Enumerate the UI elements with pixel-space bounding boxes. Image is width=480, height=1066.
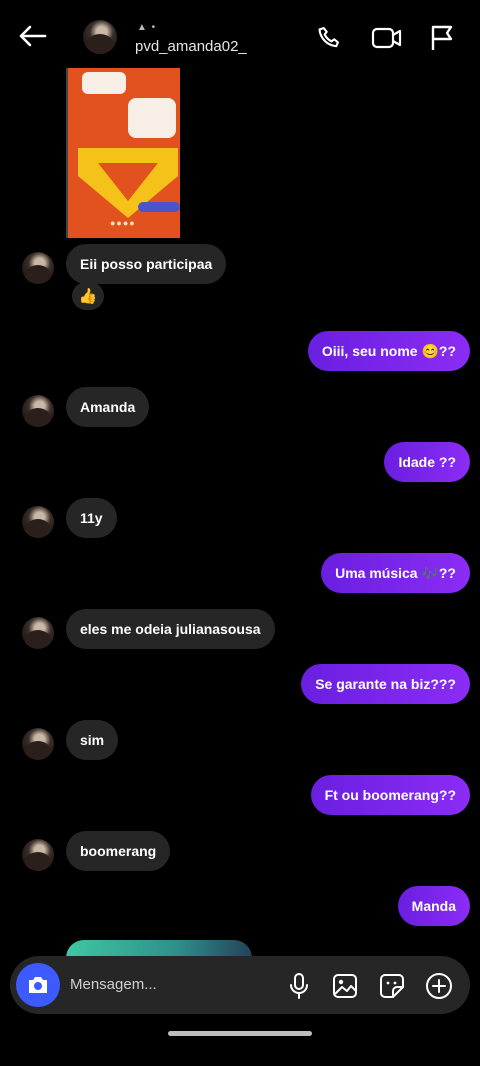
home-indicator[interactable] xyxy=(168,1031,312,1036)
report-button[interactable] xyxy=(424,20,460,56)
shared-post-preview[interactable]: ●●●● xyxy=(66,68,180,238)
message-row: Amanda xyxy=(0,387,480,431)
add-icon xyxy=(426,973,452,999)
sender-avatar[interactable] xyxy=(22,728,54,760)
message-row: Oiii, seu nome 😊?? xyxy=(0,331,480,375)
message-bubble-incoming[interactable]: Eii posso participaa xyxy=(66,244,227,284)
call-button[interactable] xyxy=(312,20,348,56)
status-indicator: ▲ • xyxy=(137,22,157,33)
message-row: Manda xyxy=(0,886,480,930)
flag-icon xyxy=(431,25,453,50)
message-input[interactable]: Mensagem... xyxy=(70,976,157,993)
add-button[interactable] xyxy=(424,971,454,1001)
message-bubble-outgoing[interactable]: Ft ou boomerang?? xyxy=(310,775,470,815)
video-call-button[interactable] xyxy=(368,20,406,56)
message-composer: Mensagem... xyxy=(10,956,470,1014)
message-row: Idade ?? xyxy=(0,442,480,486)
message-row: eles me odeia julianasousa xyxy=(0,609,480,653)
sender-avatar[interactable] xyxy=(22,617,54,649)
message-row: 11y xyxy=(0,498,480,542)
message-bubble-outgoing[interactable]: Manda xyxy=(397,886,470,926)
message-bubble-outgoing[interactable]: Se garante na biz??? xyxy=(301,664,470,704)
chat-header: ▲ • pvd_amanda02_ xyxy=(0,0,480,72)
message-row: Uma música 🎶?? xyxy=(0,553,480,597)
sender-avatar[interactable] xyxy=(22,395,54,427)
video-camera-icon xyxy=(371,27,402,49)
message-reaction[interactable]: 👍 xyxy=(72,282,104,310)
message-row: Eii posso participaa xyxy=(0,244,480,288)
back-button[interactable] xyxy=(14,18,50,54)
sender-avatar[interactable] xyxy=(22,252,54,284)
message-bubble-incoming[interactable]: sim xyxy=(66,720,119,760)
message-bubble-outgoing[interactable]: Uma música 🎶?? xyxy=(321,553,470,593)
message-row: sim xyxy=(0,720,480,764)
chat-username[interactable]: pvd_amanda02_ xyxy=(135,38,247,55)
post-graphic xyxy=(138,202,180,212)
phone-icon xyxy=(318,27,339,48)
message-row: boomerang xyxy=(0,831,480,875)
message-bubble-incoming[interactable]: boomerang xyxy=(66,831,171,871)
gallery-button[interactable] xyxy=(330,971,360,1001)
post-graphic xyxy=(128,98,176,138)
camera-button[interactable] xyxy=(16,963,60,1007)
sender-avatar[interactable] xyxy=(22,506,54,538)
message-bubble-outgoing[interactable]: Oiii, seu nome 😊?? xyxy=(307,331,470,371)
post-graphic: ●●●● xyxy=(110,218,136,228)
sticker-icon xyxy=(380,974,404,998)
message-bubble-incoming[interactable]: Amanda xyxy=(66,387,150,427)
header-avatar[interactable] xyxy=(83,20,117,54)
voice-message-button[interactable] xyxy=(284,971,314,1001)
camera-icon xyxy=(29,977,47,993)
message-row: Ft ou boomerang?? xyxy=(0,775,480,819)
microphone-icon xyxy=(290,973,308,999)
gallery-icon xyxy=(333,974,357,998)
message-bubble-outgoing[interactable]: Idade ?? xyxy=(384,442,470,482)
arrow-left-icon xyxy=(19,25,47,47)
sticker-button[interactable] xyxy=(377,971,407,1001)
message-bubble-incoming[interactable]: 11y xyxy=(66,498,117,538)
message-bubble-incoming[interactable]: eles me odeia julianasousa xyxy=(66,609,275,649)
post-graphic xyxy=(82,72,126,94)
sender-avatar[interactable] xyxy=(22,839,54,871)
message-row: Se garante na biz??? xyxy=(0,664,480,708)
